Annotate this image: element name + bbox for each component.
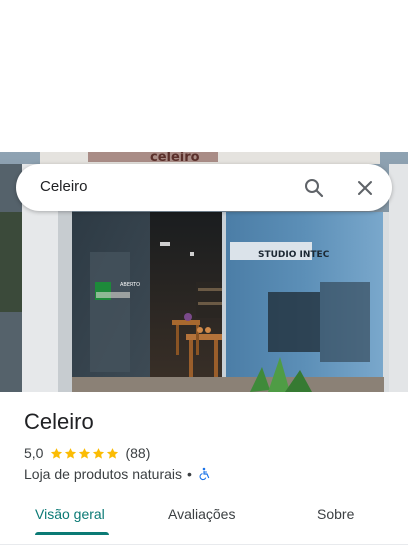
search-button[interactable] <box>301 175 327 201</box>
star-icon <box>93 447 105 459</box>
category-row: Loja de produtos naturais • <box>24 465 211 483</box>
place-category: Loja de produtos naturais <box>24 466 182 482</box>
search-input[interactable]: Celeiro <box>40 178 88 196</box>
place-title: Celeiro <box>24 409 94 434</box>
star-rating <box>50 447 119 460</box>
tab-bar: Visão geral Avaliações Sobre <box>0 496 408 545</box>
clear-search-button[interactable] <box>352 175 378 201</box>
wheelchair-icon <box>199 467 210 481</box>
star-icon <box>107 447 119 459</box>
star-icon <box>65 447 77 459</box>
tab-about[interactable]: Sobre <box>317 505 354 523</box>
star-icon <box>51 447 63 459</box>
tab-overview[interactable]: Visão geral <box>35 505 105 523</box>
review-count[interactable]: (88) <box>125 445 150 461</box>
store-sign-reflection: STUDIO INTEC <box>258 250 330 260</box>
search-icon <box>305 179 324 198</box>
search-bar[interactable]: Celeiro <box>16 164 392 211</box>
close-icon <box>358 181 372 195</box>
active-tab-indicator <box>35 532 109 535</box>
tab-reviews[interactable]: Avaliações <box>168 505 235 523</box>
door-sign: ABERTO <box>120 282 140 288</box>
separator-dot: • <box>187 466 192 482</box>
rating-value: 5,0 <box>24 445 44 461</box>
rating-row[interactable]: 5,0 (88) <box>24 444 150 462</box>
star-icon <box>79 447 91 459</box>
